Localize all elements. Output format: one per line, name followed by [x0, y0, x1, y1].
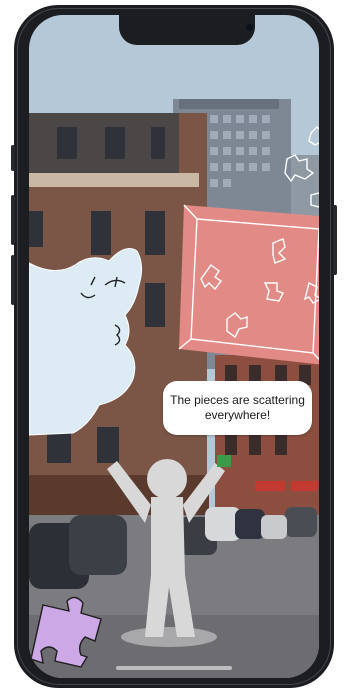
screen: The pieces are scattering everywhere!	[29, 15, 319, 678]
phone-volume-button	[11, 195, 15, 245]
flag	[217, 455, 231, 467]
phone-frame: The pieces are scattering everywhere!	[11, 5, 337, 688]
front-camera-icon	[246, 24, 253, 31]
puzzle-box	[178, 204, 319, 365]
phone-volume-button	[11, 255, 15, 305]
notch	[119, 15, 255, 45]
street-scene	[29, 15, 319, 678]
phone-side-button	[11, 145, 15, 171]
home-indicator[interactable]	[116, 666, 232, 670]
speech-bubble-text: The pieces are scattering everywhere!	[170, 393, 305, 422]
speech-bubble: The pieces are scattering everywhere!	[163, 381, 312, 435]
phone-power-button	[333, 205, 337, 275]
